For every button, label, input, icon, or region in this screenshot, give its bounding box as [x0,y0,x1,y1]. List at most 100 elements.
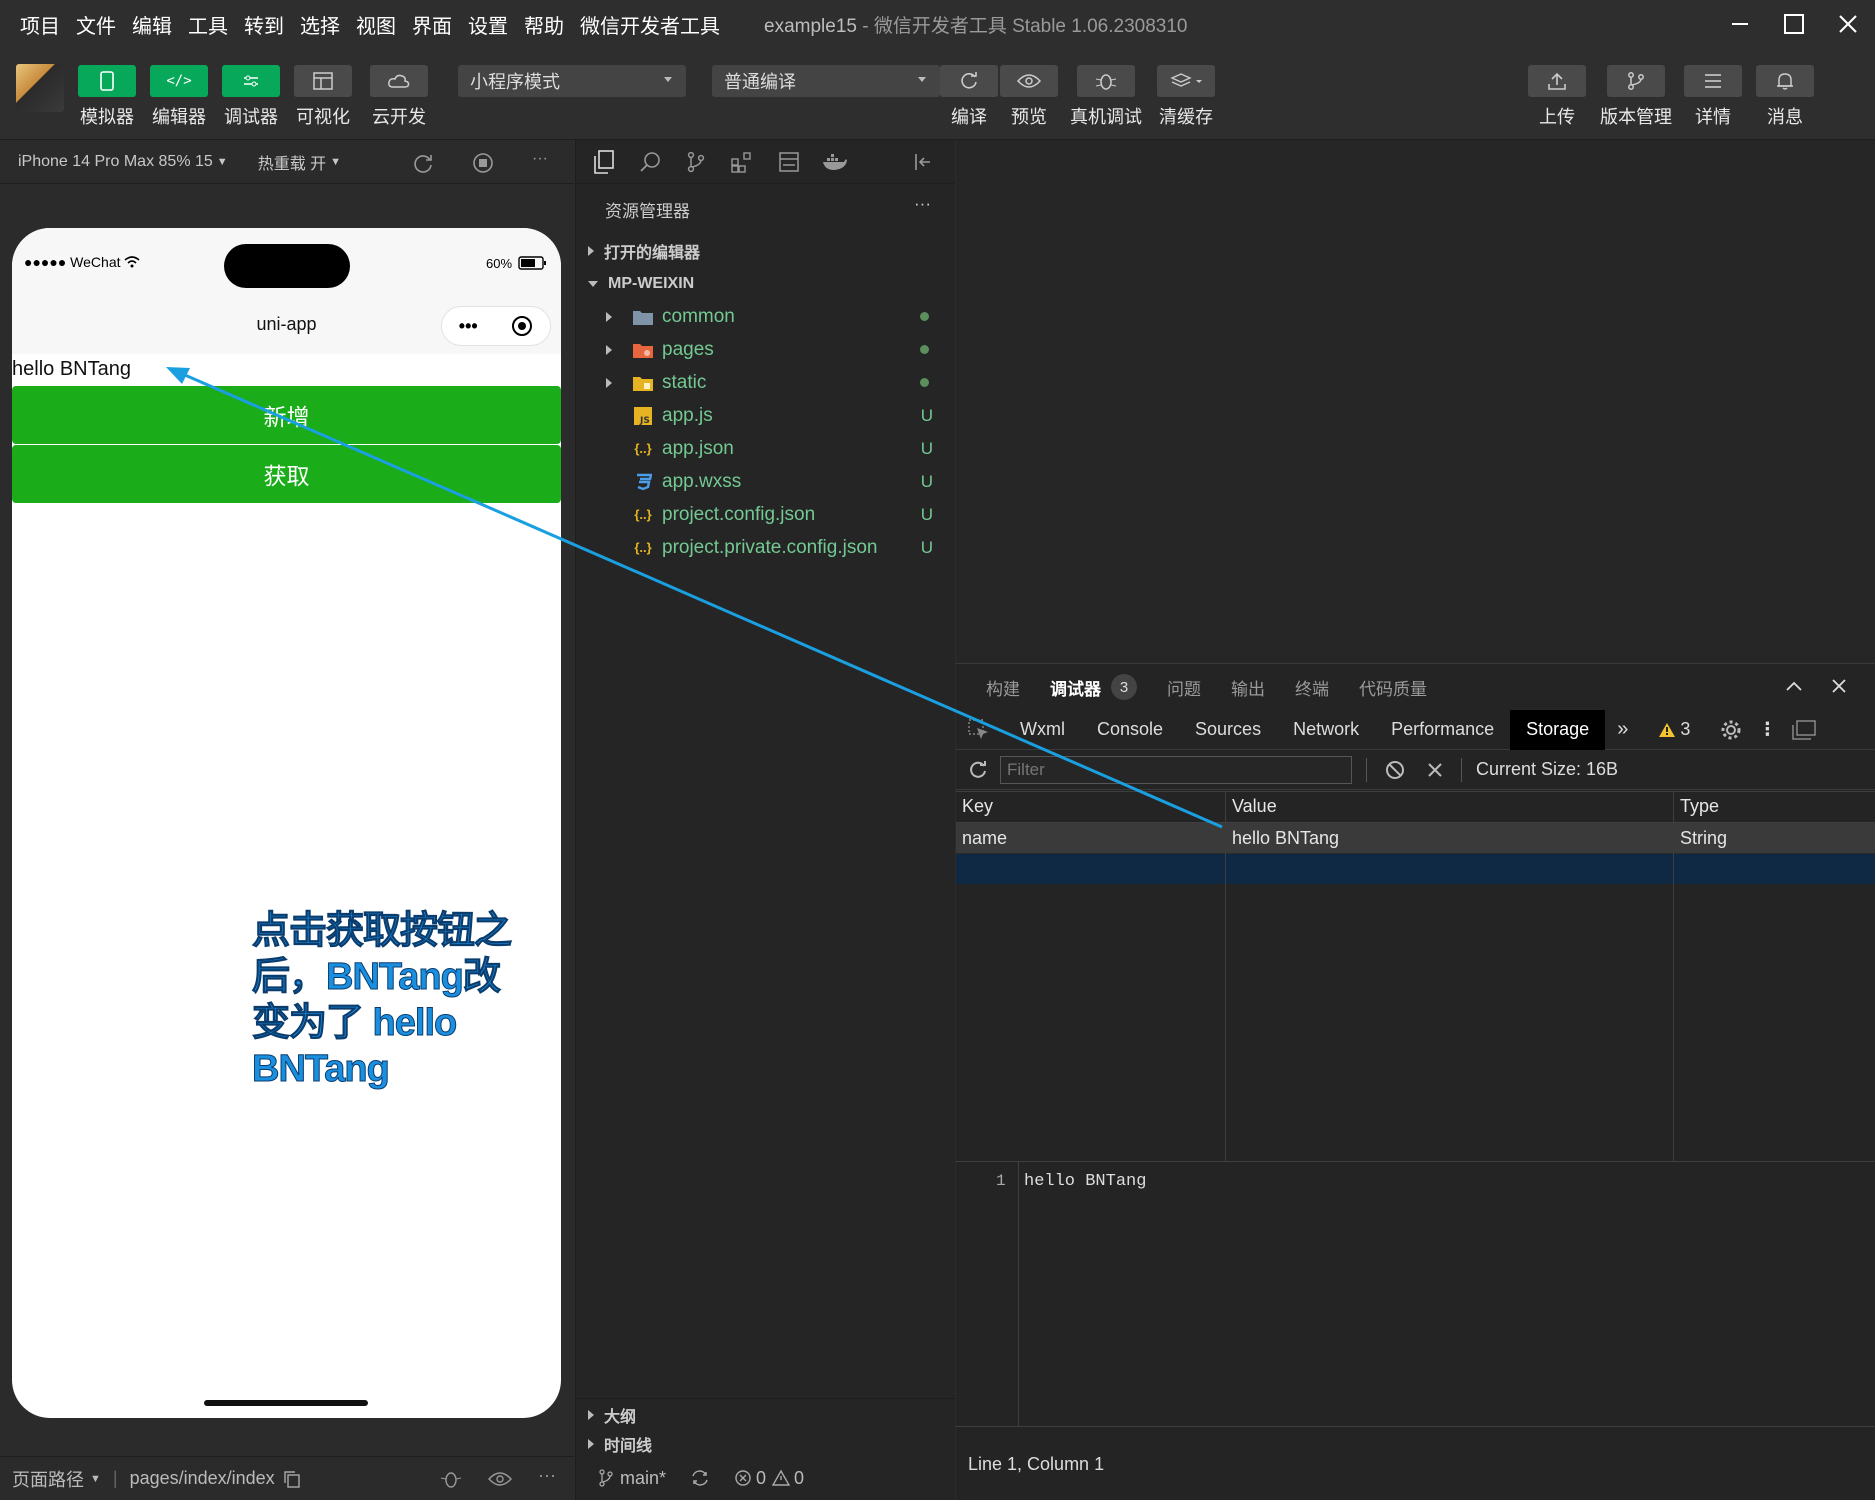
menu-project[interactable]: 项目 [20,10,60,39]
chevron-up-icon[interactable] [1785,679,1803,693]
tab-debugger[interactable]: 调试器 3 [1050,674,1137,700]
timeline-section[interactable]: 时间线 [576,1431,956,1456]
extensions-icon[interactable] [728,147,756,177]
copy-icon[interactable] [283,1470,301,1488]
debugger-toggle-button[interactable]: 调试器 [222,65,280,129]
tab-output[interactable]: 输出 [1231,675,1265,700]
clear-cache-button[interactable]: 清缓存 [1157,65,1215,129]
bug-icon[interactable] [440,1469,462,1489]
warning-count[interactable]: 3 [1680,719,1690,740]
menu-select[interactable]: 选择 [300,10,340,39]
panel-icon[interactable] [775,147,803,177]
preview-button[interactable]: 预览 [1000,65,1058,129]
search-icon[interactable] [636,147,664,177]
more-icon[interactable]: ··· [532,150,548,168]
visual-toggle-button[interactable]: 可视化 [294,65,352,129]
real-device-debug-button[interactable]: 真机调试 [1070,65,1142,129]
git-branch[interactable]: main* [620,1468,666,1489]
open-editors-section[interactable]: 打开的编辑器 [576,234,955,267]
devtab-performance[interactable]: Performance [1375,710,1510,750]
menu-settings[interactable]: 设置 [468,10,508,39]
rotate-icon[interactable] [412,152,434,174]
tab-code-quality[interactable]: 代码质量 [1359,675,1427,700]
close-panel-icon[interactable] [1831,678,1847,694]
delete-icon[interactable] [1427,762,1443,778]
upload-button[interactable]: 上传 [1528,65,1586,129]
eye-icon[interactable] [488,1471,512,1487]
menu-wechat-devtools[interactable]: 微信开发者工具 [580,10,720,39]
close-miniprogram-icon[interactable] [511,315,533,337]
selected-empty-row[interactable] [956,854,1875,884]
page-path-label[interactable]: 页面路径 [12,1466,84,1492]
more-icon[interactable]: ••• [459,316,478,337]
menu-edit[interactable]: 编辑 [132,10,172,39]
get-button[interactable]: 获取 [12,445,561,503]
version-management-button[interactable]: 版本管理 [1600,65,1672,129]
minimize-button[interactable] [1713,0,1767,48]
docker-icon[interactable] [821,147,849,177]
close-window-button[interactable] [1821,0,1875,48]
gear-icon[interactable] [1720,719,1742,741]
outline-section[interactable]: 大纲 [576,1398,956,1431]
tree-file-app-json[interactable]: {..} app.json U [576,432,955,465]
menu-tools[interactable]: 工具 [188,10,228,39]
row-type[interactable]: String [1674,823,1874,853]
devtab-sources[interactable]: Sources [1179,710,1277,750]
device-select[interactable]: iPhone 14 Pro Max 85% 15 [18,153,213,171]
cloud-dev-button[interactable]: 云开发 [370,65,428,129]
tab-problems[interactable]: 问题 [1167,675,1201,700]
tab-build[interactable]: 构建 [986,675,1020,700]
column-key[interactable]: Key [956,791,1225,822]
kebab-menu-icon[interactable]: ⋮ [1758,719,1776,740]
hot-reload-toggle[interactable]: 热重载 开 [258,150,326,174]
tree-folder-common[interactable]: common [576,300,955,333]
devtab-wxml[interactable]: Wxml [1004,710,1081,750]
avatar[interactable] [16,64,64,112]
error-count[interactable]: 0 [756,1468,766,1489]
tree-file-project-config[interactable]: {..} project.config.json U [576,498,955,531]
source-control-icon[interactable] [682,147,710,177]
details-button[interactable]: 详情 [1684,65,1742,129]
column-type[interactable]: Type [1674,791,1874,822]
menu-capsule[interactable]: ••• [441,306,551,346]
tab-terminal[interactable]: 终端 [1295,675,1329,700]
compile-button[interactable]: 编译 [940,65,998,129]
simulator-toggle-button[interactable]: 模拟器 [78,65,136,129]
files-icon[interactable] [590,147,618,177]
menu-interface[interactable]: 界面 [412,10,452,39]
more-icon[interactable]: ··· [914,194,931,214]
tree-file-app-wxss[interactable]: app.wxss U [576,465,955,498]
tree-file-app-js[interactable]: JS app.js U [576,399,955,432]
devtab-console[interactable]: Console [1081,710,1179,750]
maximize-button[interactable] [1767,0,1821,48]
row-key[interactable]: name [956,823,1225,853]
messages-button[interactable]: 消息 [1756,65,1814,129]
add-button[interactable]: 新增 [12,386,561,444]
sync-icon[interactable] [690,1468,710,1488]
menu-file[interactable]: 文件 [76,10,116,39]
root-folder-section[interactable]: MP-WEIXIN [576,267,955,300]
stop-icon[interactable] [472,152,494,174]
tree-folder-static[interactable]: static [576,366,955,399]
collapse-panel-icon[interactable] [909,147,937,177]
inspect-element-icon[interactable] [968,718,990,741]
filter-input[interactable] [1000,755,1352,784]
warning-count[interactable]: 0 [794,1468,804,1489]
compile-mode-select[interactable]: 普通编译 [712,65,940,97]
dock-icon[interactable] [1792,719,1817,740]
clear-all-icon[interactable] [1385,760,1405,780]
more-tabs-icon[interactable]: » [1617,718,1628,741]
menu-view[interactable]: 视图 [356,10,396,39]
row-value[interactable]: hello BNTang [1226,823,1673,853]
refresh-icon[interactable] [968,760,988,780]
devtab-network[interactable]: Network [1277,710,1375,750]
menu-goto[interactable]: 转到 [244,10,284,39]
devtab-storage[interactable]: Storage [1510,709,1606,750]
tree-file-project-private-config[interactable]: {..} project.private.config.json U [576,531,955,564]
column-value[interactable]: Value [1226,791,1673,822]
more-icon[interactable]: ··· [538,1465,556,1486]
mode-select[interactable]: 小程序模式 [458,65,686,97]
editor-toggle-button[interactable]: </> 编辑器 [150,65,208,129]
tree-folder-pages[interactable]: pages [576,333,955,366]
menu-help[interactable]: 帮助 [524,10,564,39]
